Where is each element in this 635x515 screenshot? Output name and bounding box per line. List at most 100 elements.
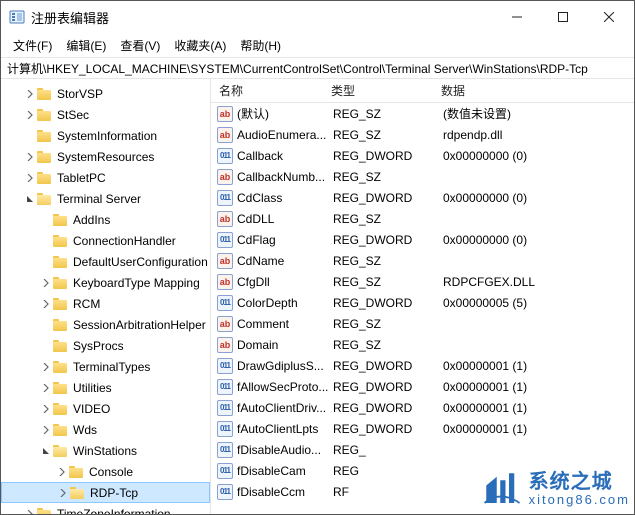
tree-item[interactable]: WinStations <box>1 440 210 461</box>
binary-value-icon: 011 <box>217 442 233 458</box>
registry-value-row[interactable]: 011fAutoClientLptsREG_DWORD0x00000001 (1… <box>211 418 634 439</box>
tree-item[interactable]: DefaultUserConfiguration <box>1 251 210 272</box>
value-name: Domain <box>237 338 333 352</box>
chevron-right-icon[interactable] <box>23 111 37 119</box>
registry-value-row[interactable]: 011fDisableCcmRF <box>211 481 634 502</box>
chevron-down-icon[interactable] <box>23 195 37 203</box>
chevron-right-icon[interactable] <box>55 468 69 476</box>
chevron-right-icon[interactable] <box>23 174 37 182</box>
registry-value-row[interactable]: abCdNameREG_SZ <box>211 250 634 271</box>
tree-item[interactable]: StSec <box>1 104 210 125</box>
tree-item[interactable]: SystemResources <box>1 146 210 167</box>
registry-value-row[interactable]: abCfgDllREG_SZRDPCFGEX.DLL <box>211 271 634 292</box>
menu-item[interactable]: 文件(F) <box>7 35 58 56</box>
tree-item[interactable]: Utilities <box>1 377 210 398</box>
chevron-right-icon[interactable] <box>23 510 37 515</box>
binary-value-icon: 011 <box>217 421 233 437</box>
tree-item[interactable]: VIDEO <box>1 398 210 419</box>
value-name: CdDLL <box>237 212 333 226</box>
registry-value-row[interactable]: 011ColorDepthREG_DWORD0x00000005 (5) <box>211 292 634 313</box>
tree-item[interactable]: KeyboardType Mapping <box>1 272 210 293</box>
value-type: REG_ <box>333 443 443 457</box>
tree-item[interactable]: TimeZoneInformation <box>1 503 210 514</box>
value-name: fDisableCam <box>237 464 333 478</box>
registry-value-row[interactable]: abCdDLLREG_SZ <box>211 208 634 229</box>
tree-item-label: WinStations <box>73 444 137 458</box>
chevron-right-icon[interactable] <box>23 90 37 98</box>
string-value-icon: ab <box>217 274 233 290</box>
chevron-right-icon[interactable] <box>39 363 53 371</box>
value-data: (数值未设置) <box>443 105 634 122</box>
string-value-icon: ab <box>217 106 233 122</box>
chevron-right-icon[interactable] <box>39 300 53 308</box>
tree-item-label: StSec <box>57 108 89 122</box>
tree-item[interactable]: Wds <box>1 419 210 440</box>
value-data: 0x00000001 (1) <box>443 422 634 436</box>
tree-item-label: Console <box>89 465 133 479</box>
column-name[interactable]: 名称 <box>211 82 331 99</box>
tree-item[interactable]: Console <box>1 461 210 482</box>
registry-value-row[interactable]: 011fAllowSecProto...REG_DWORD0x00000001 … <box>211 376 634 397</box>
value-type: REG_DWORD <box>333 359 443 373</box>
chevron-right-icon[interactable] <box>39 279 53 287</box>
registry-value-row[interactable]: 011CallbackREG_DWORD0x00000000 (0) <box>211 145 634 166</box>
value-type: REG_DWORD <box>333 191 443 205</box>
tree-view[interactable]: StorVSP StSec SystemInformationSystemResou… <box>1 79 211 514</box>
registry-value-row[interactable]: 011fDisableCamREG <box>211 460 634 481</box>
menu-item[interactable]: 编辑(E) <box>60 35 112 56</box>
chevron-right-icon[interactable] <box>39 405 53 413</box>
folder-icon <box>37 129 53 143</box>
tree-item[interactable]: StorVSP <box>1 83 210 104</box>
maximize-button[interactable] <box>540 1 586 33</box>
tree-item[interactable]: SessionArbitrationHelper <box>1 314 210 335</box>
list-view: 名称 类型 数据 ab(默认)REG_SZ(数值未设置)abAudioEnume… <box>211 79 634 514</box>
chevron-right-icon[interactable] <box>56 489 70 497</box>
value-type: REG_DWORD <box>333 233 443 247</box>
value-name: fAutoClientDriv... <box>237 401 333 415</box>
window-controls <box>494 1 632 33</box>
tree-item[interactable]: TabletPC <box>1 167 210 188</box>
chevron-right-icon[interactable] <box>23 153 37 161</box>
tree-item[interactable]: RDP-Tcp <box>1 482 210 503</box>
tree-item[interactable]: AddIns <box>1 209 210 230</box>
minimize-button[interactable] <box>494 1 540 33</box>
folder-icon <box>37 87 53 101</box>
menu-item[interactable]: 帮助(H) <box>234 35 287 56</box>
registry-value-row[interactable]: 011fDisableAudio...REG_ <box>211 439 634 460</box>
registry-value-row[interactable]: abCallbackNumb...REG_SZ <box>211 166 634 187</box>
registry-value-row[interactable]: abCommentREG_SZ <box>211 313 634 334</box>
tree-item-label: Terminal Server <box>57 192 141 206</box>
list-body[interactable]: ab(默认)REG_SZ(数值未设置)abAudioEnumera...REG_… <box>211 103 634 514</box>
registry-value-row[interactable]: 011CdClassREG_DWORD0x00000000 (0) <box>211 187 634 208</box>
registry-value-row[interactable]: ab(默认)REG_SZ(数值未设置) <box>211 103 634 124</box>
column-type[interactable]: 类型 <box>331 82 441 99</box>
value-type: REG <box>333 464 443 478</box>
registry-value-row[interactable]: 011DrawGdiplusS...REG_DWORD0x00000001 (1… <box>211 355 634 376</box>
tree-item[interactable]: TerminalTypes <box>1 356 210 377</box>
tree-item[interactable]: ConnectionHandler <box>1 230 210 251</box>
binary-value-icon: 011 <box>217 190 233 206</box>
titlebar: 注册表编辑器 <box>1 1 634 33</box>
tree-item[interactable]: RCM <box>1 293 210 314</box>
chevron-right-icon[interactable] <box>39 384 53 392</box>
registry-value-row[interactable]: abDomainREG_SZ <box>211 334 634 355</box>
list-header[interactable]: 名称 类型 数据 <box>211 79 634 103</box>
close-button[interactable] <box>586 1 632 33</box>
registry-value-row[interactable]: abAudioEnumera...REG_SZrdpendp.dll <box>211 124 634 145</box>
column-data[interactable]: 数据 <box>441 82 634 99</box>
tree-item[interactable]: SysProcs <box>1 335 210 356</box>
value-name: Callback <box>237 149 333 163</box>
tree-item[interactable]: Terminal Server <box>1 188 210 209</box>
chevron-down-icon[interactable] <box>39 447 53 455</box>
tree-item-label: RCM <box>73 297 100 311</box>
tree-item-label: AddIns <box>73 213 110 227</box>
tree-item-label: ConnectionHandler <box>73 234 176 248</box>
menu-item[interactable]: 查看(V) <box>114 35 166 56</box>
folder-icon <box>70 486 86 500</box>
chevron-right-icon[interactable] <box>39 426 53 434</box>
tree-item[interactable]: SystemInformation <box>1 125 210 146</box>
registry-value-row[interactable]: 011CdFlagREG_DWORD0x00000000 (0) <box>211 229 634 250</box>
address-bar[interactable]: 计算机\HKEY_LOCAL_MACHINE\SYSTEM\CurrentCon… <box>1 57 634 79</box>
registry-value-row[interactable]: 011fAutoClientDriv...REG_DWORD0x00000001… <box>211 397 634 418</box>
menu-item[interactable]: 收藏夹(A) <box>168 35 232 56</box>
